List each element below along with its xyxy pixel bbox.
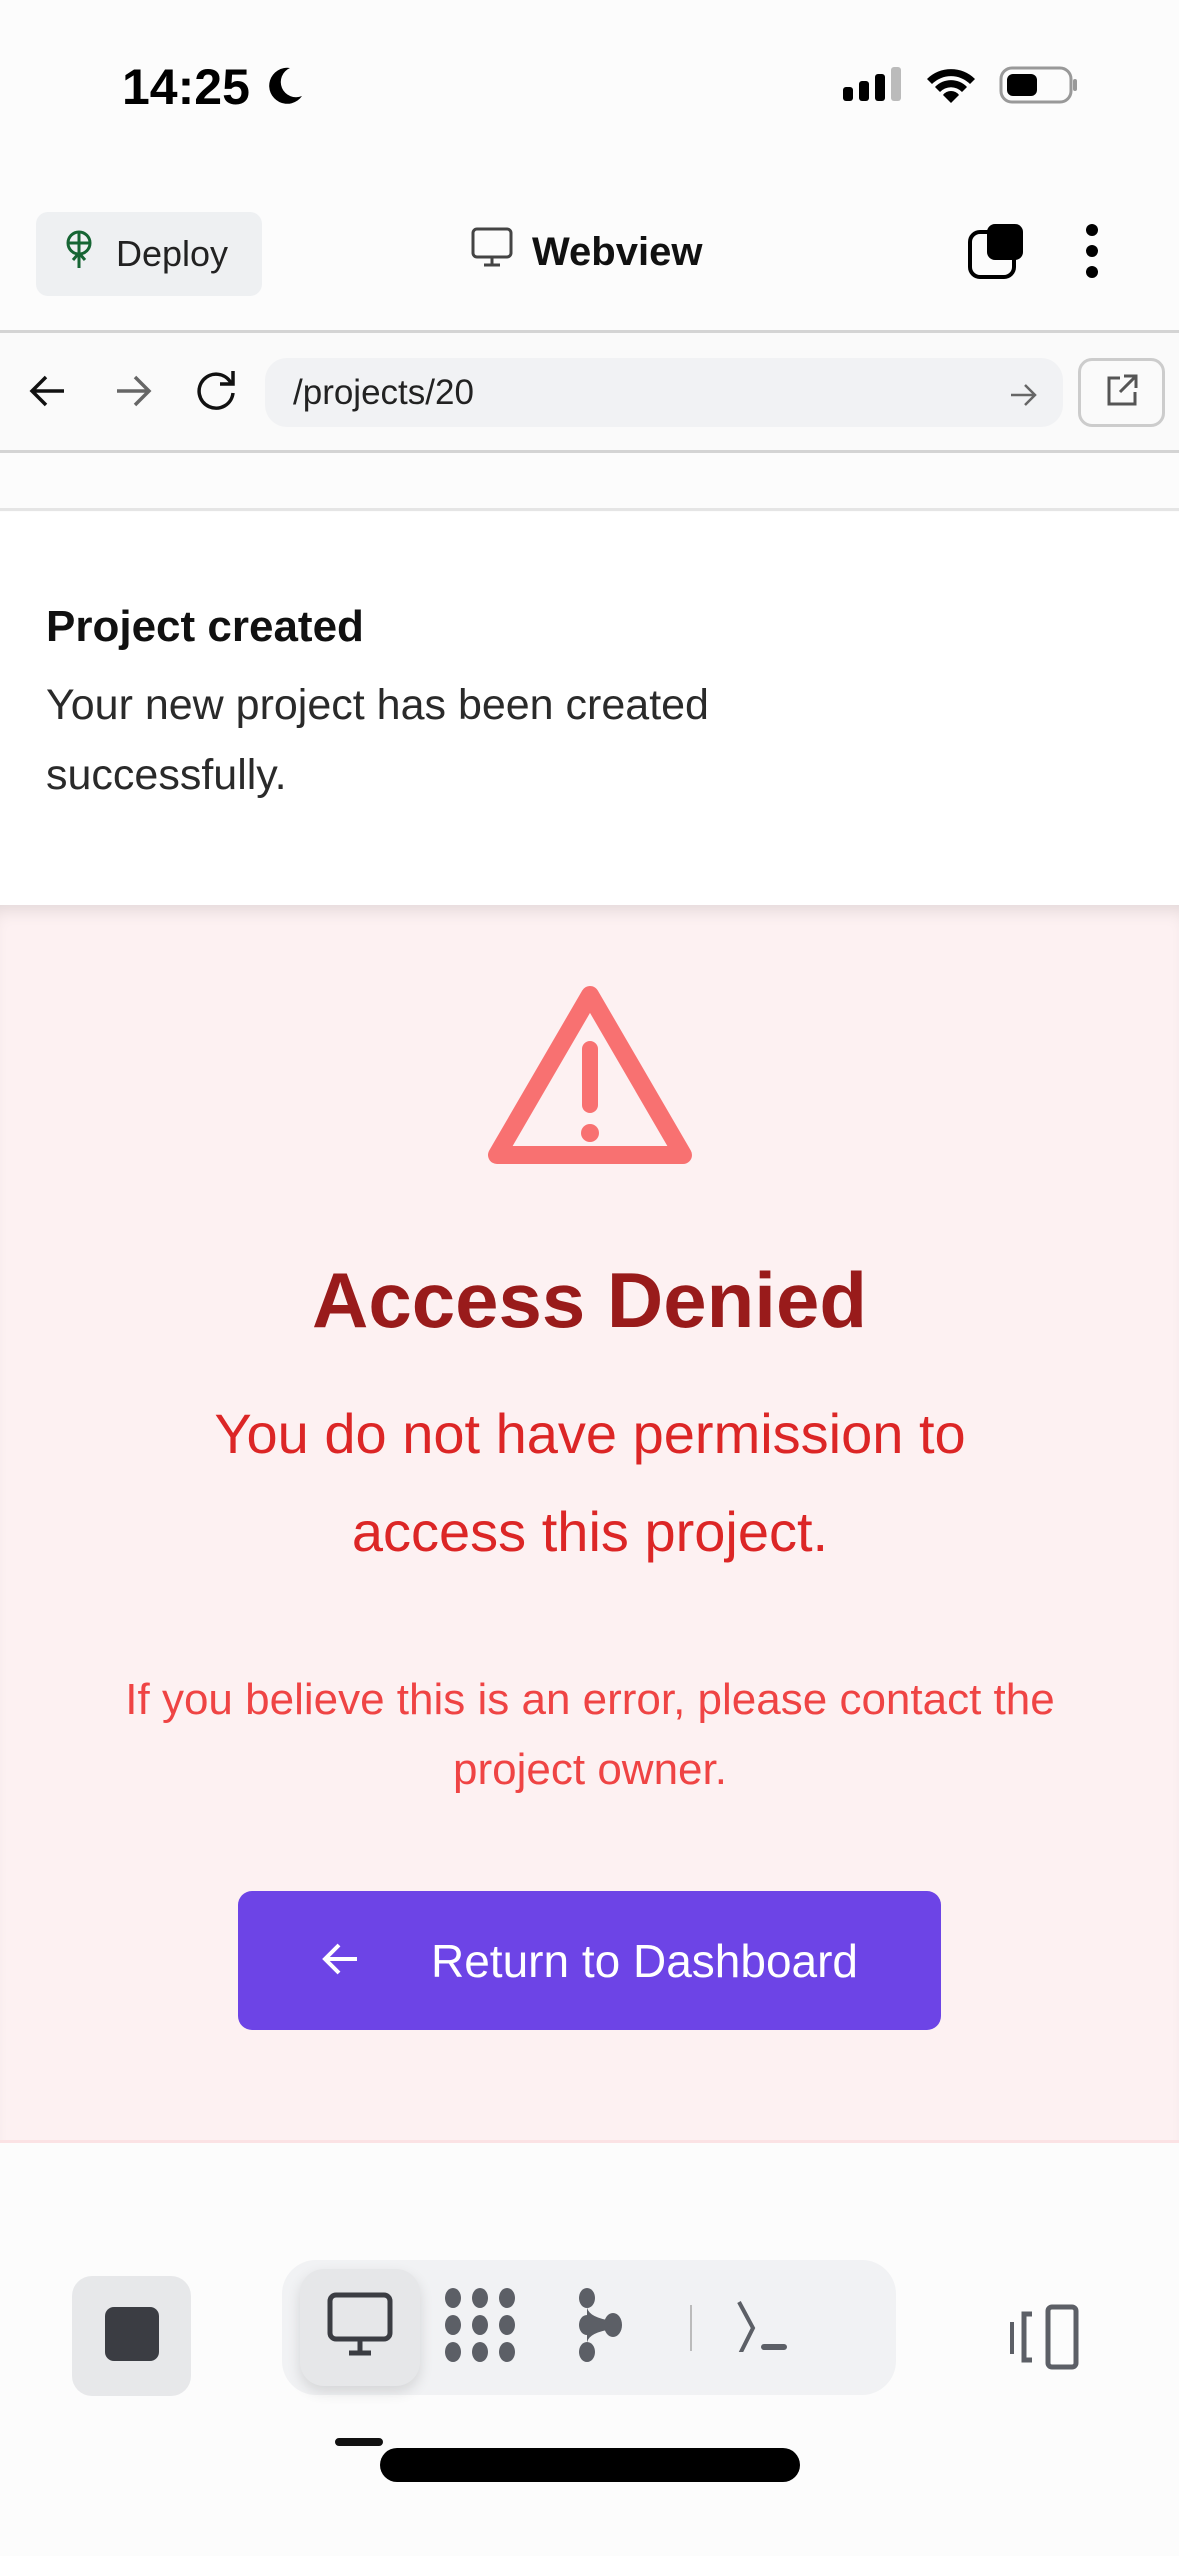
tab-webview[interactable] — [300, 2269, 420, 2386]
toast-notification: Project created Your new project has bee… — [0, 512, 1179, 905]
more-menu-icon[interactable] — [1085, 223, 1099, 284]
error-hint: If you believe this is an error, please … — [125, 1675, 1055, 1794]
separator — [690, 2304, 692, 2351]
deploy-button[interactable]: Deploy — [36, 212, 262, 296]
branch-nodes-icon — [575, 2288, 625, 2367]
tab-git[interactable] — [540, 2269, 660, 2386]
network-dots-icon — [443, 2288, 517, 2367]
arrow-left-icon — [321, 1934, 361, 1988]
tab-agents[interactable] — [420, 2269, 540, 2386]
error-message: You do not have permission to access thi… — [214, 1402, 966, 1563]
deploy-label: Deploy — [116, 233, 229, 274]
access-denied-panel: Access Denied You do not have permission… — [0, 905, 1179, 2143]
status-time: 14:25 — [122, 59, 250, 115]
moon-icon — [268, 66, 304, 111]
terminal-icon — [735, 2298, 789, 2357]
tabs-icon[interactable] — [967, 222, 1025, 285]
view-switcher — [282, 2260, 896, 2395]
divider — [0, 508, 1179, 511]
return-button-label: Return to Dashboard — [430, 1934, 859, 1987]
battery-icon — [999, 66, 1079, 109]
url-text: /projects/20 — [293, 372, 474, 412]
divider — [0, 450, 1179, 453]
go-arrow-icon[interactable] — [1009, 378, 1039, 418]
active-tab-indicator — [335, 2438, 383, 2446]
forward-arrow-icon[interactable] — [113, 373, 153, 414]
toast-title: Project created — [46, 602, 364, 651]
return-to-dashboard-button[interactable]: Return to Dashboard — [238, 1891, 941, 2030]
monitor-icon — [470, 226, 514, 278]
stop-button[interactable] — [72, 2276, 191, 2396]
device-preview-icon[interactable] — [1010, 2304, 1080, 2375]
open-external-button[interactable] — [1078, 358, 1165, 427]
url-input[interactable]: /projects/20 — [265, 358, 1063, 427]
stop-icon — [104, 2306, 159, 2366]
home-indicator — [380, 2448, 800, 2482]
monitor-icon — [327, 2292, 393, 2363]
wifi-icon — [925, 66, 977, 109]
toast-message: Your new project has been created succes… — [46, 681, 709, 799]
deploy-globe-icon — [64, 230, 94, 279]
tab-terminal[interactable] — [732, 2269, 792, 2386]
external-link-icon — [1104, 372, 1140, 413]
reload-icon[interactable] — [193, 367, 239, 418]
webview-title-text: Webview — [532, 229, 703, 274]
error-title: Access Denied — [312, 1256, 867, 1344]
webview-title: Webview — [470, 226, 702, 278]
cellular-signal-icon — [843, 67, 903, 108]
warning-triangle-icon — [487, 983, 693, 1178]
back-arrow-icon[interactable] — [28, 373, 68, 414]
